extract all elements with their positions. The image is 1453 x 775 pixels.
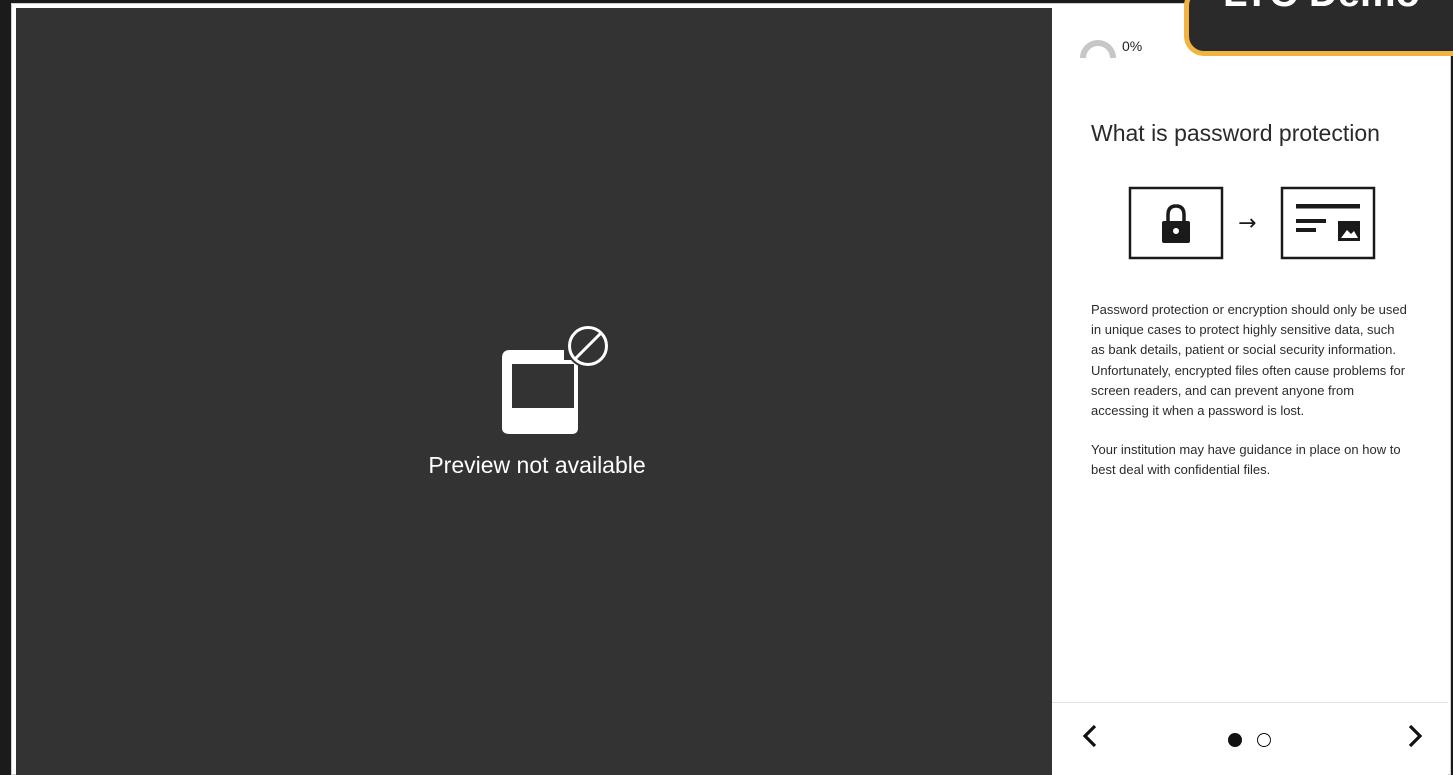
previous-button[interactable] bbox=[1075, 721, 1105, 751]
page-dot-2[interactable] bbox=[1257, 733, 1271, 747]
page-dot-1[interactable] bbox=[1228, 733, 1242, 747]
panel-body: Password protection or encryption should… bbox=[1091, 300, 1411, 500]
body-paragraph-2: Your institution may have guidance in pl… bbox=[1091, 442, 1401, 478]
progress-percent: 0% bbox=[1122, 38, 1143, 54]
pagination-bar bbox=[1052, 702, 1448, 775]
panel-title: What is password protection bbox=[1091, 120, 1380, 146]
chevron-left-icon bbox=[1082, 724, 1097, 748]
progress-ring-icon bbox=[1080, 40, 1116, 59]
info-panel: 0% What is password protection → Passwor… bbox=[1052, 8, 1448, 775]
page-dots bbox=[1228, 733, 1271, 747]
arrow-icon: → bbox=[1238, 211, 1256, 236]
promo-badge[interactable]: LTC Demo bbox=[1184, 0, 1453, 56]
file-blocked-icon bbox=[502, 324, 610, 434]
body-paragraph-1: Password protection or encryption should… bbox=[1091, 302, 1407, 419]
password-protection-illustration: → bbox=[1128, 186, 1376, 260]
lock-icon bbox=[1128, 186, 1224, 260]
next-button[interactable] bbox=[1400, 721, 1430, 751]
promo-badge-text: LTC Demo bbox=[1223, 0, 1420, 16]
preview-unavailable-text: Preview not available bbox=[428, 452, 646, 478]
chevron-right-icon bbox=[1408, 724, 1423, 748]
document-icon bbox=[1280, 186, 1376, 260]
file-preview-area: Preview not available bbox=[16, 8, 1052, 775]
